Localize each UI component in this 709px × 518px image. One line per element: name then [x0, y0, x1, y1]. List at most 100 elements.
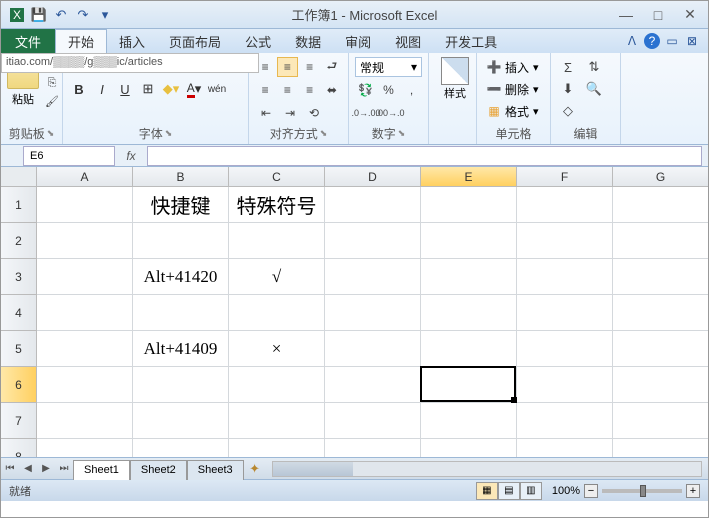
sheet-nav-last-icon[interactable]: ⏭	[55, 460, 73, 478]
cell[interactable]	[133, 295, 229, 331]
cell[interactable]	[325, 223, 421, 259]
cell[interactable]	[325, 367, 421, 403]
cell[interactable]	[517, 331, 613, 367]
tab-home[interactable]: 开始	[55, 29, 107, 53]
excel-icon[interactable]: X	[7, 5, 27, 25]
redo-icon[interactable]: ↷	[73, 5, 93, 25]
cell[interactable]	[37, 439, 133, 457]
cell[interactable]	[229, 439, 325, 457]
percent-icon[interactable]: %	[378, 80, 399, 100]
close-button[interactable]: ✕	[678, 5, 702, 25]
tab-review[interactable]: 审阅	[333, 29, 383, 53]
cell[interactable]	[229, 223, 325, 259]
format-cells-button[interactable]: ▦格式▾	[483, 101, 544, 121]
decrease-indent-icon[interactable]: ⇤	[255, 103, 277, 123]
cell[interactable]	[613, 367, 708, 403]
tab-data[interactable]: 数据	[283, 29, 333, 53]
clipboard-dialog-icon[interactable]: ⬊	[47, 128, 55, 139]
tab-file[interactable]: 文件	[1, 29, 55, 53]
fx-icon[interactable]: fx	[121, 146, 141, 166]
cell[interactable]	[133, 439, 229, 457]
tab-dev[interactable]: 开发工具	[433, 29, 509, 53]
italic-button[interactable]: I	[92, 79, 112, 99]
cell[interactable]	[421, 403, 517, 439]
column-header[interactable]: F	[517, 167, 613, 187]
number-dialog-icon[interactable]: ⬊	[398, 128, 406, 139]
row-header[interactable]: 8	[1, 439, 37, 457]
column-header[interactable]: C	[229, 167, 325, 187]
cell[interactable]	[517, 259, 613, 295]
name-box[interactable]: E6	[23, 146, 115, 166]
delete-cells-button[interactable]: ➖删除▾	[483, 79, 544, 99]
cell[interactable]: √	[229, 259, 325, 295]
formula-bar[interactable]	[147, 146, 702, 166]
row-header[interactable]: 6	[1, 367, 37, 403]
align-right-icon[interactable]: ≡	[300, 80, 320, 100]
number-format-combo[interactable]: 常规▾	[355, 57, 422, 77]
row-header[interactable]: 3	[1, 259, 37, 295]
cell[interactable]	[517, 367, 613, 403]
cell[interactable]	[325, 259, 421, 295]
bold-button[interactable]: B	[69, 79, 89, 99]
zoom-out-button[interactable]: −	[584, 484, 598, 498]
column-header[interactable]: D	[325, 167, 421, 187]
cell[interactable]	[37, 295, 133, 331]
merge-cells-icon[interactable]: ⬌	[322, 80, 342, 100]
cell[interactable]	[421, 259, 517, 295]
decrease-decimal-icon[interactable]: .00→.0	[379, 103, 401, 123]
tab-layout[interactable]: 页面布局	[157, 29, 233, 53]
cell[interactable]	[613, 295, 708, 331]
cell[interactable]	[517, 439, 613, 457]
column-header[interactable]: A	[37, 167, 133, 187]
cell[interactable]	[325, 295, 421, 331]
save-icon[interactable]: 💾	[29, 5, 49, 25]
new-sheet-icon[interactable]: ✦	[244, 460, 266, 478]
sort-filter-icon[interactable]: ⇅	[583, 57, 605, 77]
cell[interactable]	[133, 367, 229, 403]
styles-button[interactable]: 样式	[435, 57, 475, 101]
cell[interactable]: 快捷键	[133, 187, 229, 223]
paste-label[interactable]: 粘贴	[12, 91, 34, 107]
orientation-icon[interactable]: ⟲	[303, 103, 325, 123]
increase-indent-icon[interactable]: ⇥	[279, 103, 301, 123]
cell[interactable]	[613, 331, 708, 367]
cell[interactable]	[133, 223, 229, 259]
select-all-button[interactable]	[1, 167, 37, 187]
horizontal-scrollbar[interactable]	[272, 461, 702, 477]
autosum-icon[interactable]: Σ	[557, 57, 579, 77]
cell[interactable]	[37, 259, 133, 295]
cell[interactable]: ×	[229, 331, 325, 367]
cell[interactable]	[517, 403, 613, 439]
cell[interactable]: Alt+41420	[133, 259, 229, 295]
help-icon[interactable]: ?	[644, 33, 660, 49]
wrap-text-icon[interactable]: ⮐	[322, 57, 342, 77]
column-header[interactable]: E	[421, 167, 517, 187]
cell[interactable]	[613, 187, 708, 223]
copy-icon[interactable]: ⎘	[43, 75, 61, 91]
cell[interactable]	[37, 403, 133, 439]
cell[interactable]	[325, 187, 421, 223]
clear-icon[interactable]: ◇	[557, 101, 579, 121]
cell[interactable]	[133, 403, 229, 439]
cell[interactable]	[37, 331, 133, 367]
tab-insert[interactable]: 插入	[107, 29, 157, 53]
cell[interactable]	[613, 223, 708, 259]
format-painter-icon[interactable]: 🖌	[43, 93, 61, 109]
row-header[interactable]: 1	[1, 187, 37, 223]
cell[interactable]: 特殊符号	[229, 187, 325, 223]
phonetic-button[interactable]: wén	[207, 79, 227, 99]
align-bottom-icon[interactable]: ≡	[300, 57, 320, 77]
row-header[interactable]: 2	[1, 223, 37, 259]
sheet-nav-prev-icon[interactable]: ◀	[19, 460, 37, 478]
cell[interactable]	[229, 295, 325, 331]
underline-button[interactable]: U	[115, 79, 135, 99]
cell[interactable]	[517, 223, 613, 259]
align-left-icon[interactable]: ≡	[255, 80, 275, 100]
sheet-nav-first-icon[interactable]: ⏮	[1, 460, 19, 478]
worksheet-grid[interactable]: ABCDEFG 12345678 快捷键特殊符号Alt+41420√Alt+41…	[1, 167, 708, 457]
sheet-tab[interactable]: Sheet3	[187, 460, 244, 480]
window-restore-icon[interactable]: ▭	[664, 33, 680, 49]
qat-dropdown-icon[interactable]: ▾	[95, 5, 115, 25]
cell[interactable]	[421, 367, 517, 403]
find-select-icon[interactable]: 🔍	[583, 79, 605, 99]
